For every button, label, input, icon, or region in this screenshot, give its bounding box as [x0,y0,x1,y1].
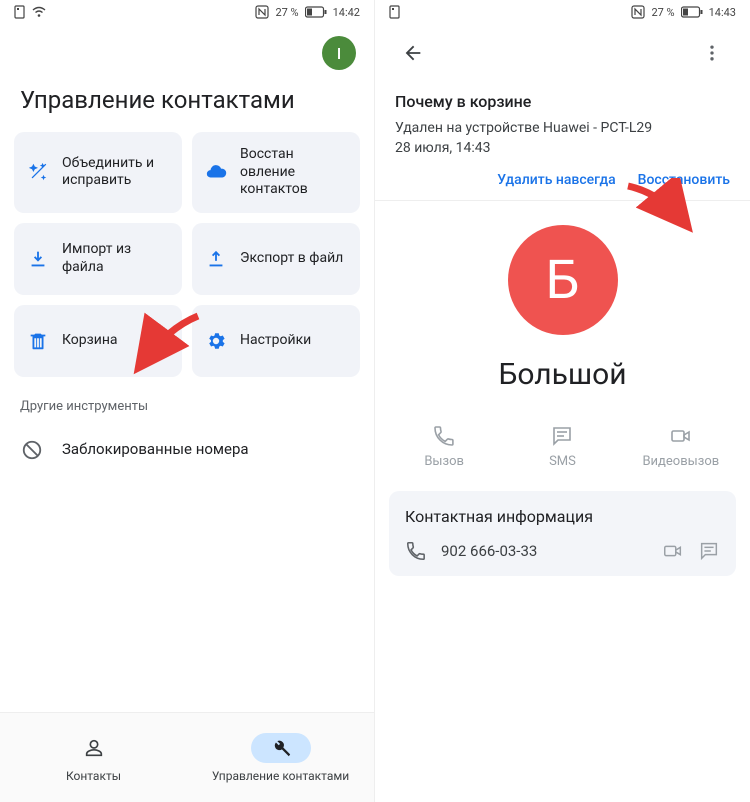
trash-reason-line2: 28 июля, 14:43 [395,139,730,159]
screen-manage-contacts: 27 % 14:42 I Управление контактами Объед… [0,0,375,802]
screen-trashed-contact: 27 % 14:43 Почему в корзине Удален на ус… [375,0,750,802]
battery-icon [681,6,703,18]
sparkle-icon [26,160,50,184]
wrench-icon [270,737,292,759]
person-icon [83,737,105,759]
phone-icon [432,424,456,448]
info-card-title: Контактная информация [405,507,720,526]
video-action[interactable]: Видеовызов [636,424,726,469]
nav-icon-wrap [251,733,311,763]
phone-side-icons [662,540,720,562]
more-vert-icon [702,43,722,63]
contact-info-card: Контактная информация 902 666-03-33 [389,491,736,576]
videocam-icon [669,424,693,448]
contact-actions: Вызов SMS Видеовызов [375,400,750,487]
tile-label: Объединить и исправить [62,155,170,190]
wifi-icon [32,6,46,18]
phone-number: 902 666-03-33 [441,542,648,560]
nav-manage[interactable]: Управление контактами [187,713,374,802]
nfc-icon [631,5,645,19]
account-avatar[interactable]: I [322,36,356,70]
tile-label: Настройки [240,332,311,350]
tile-merge-fix[interactable]: Объединить и исправить [14,132,182,213]
status-right: 27 % 14:42 [255,5,360,19]
status-bar: 27 % 14:43 [375,0,750,22]
nav-label: Управление контактами [212,769,349,783]
clock: 14:42 [333,6,360,19]
cloud-restore-icon [204,160,228,184]
nav-label: Контакты [66,769,121,783]
tile-label: Восстан овление контактов [240,146,348,199]
battery-pct: 27 % [651,6,674,19]
item-blocked-numbers[interactable]: Заблокированные номера [0,424,374,476]
tile-trash[interactable]: Корзина [14,305,182,377]
sim-icon [389,5,401,19]
message-icon[interactable] [698,540,720,562]
battery-icon [305,6,327,18]
tile-label: Экспорт в файл [240,250,343,268]
gear-icon [204,329,228,353]
contact-name: Большой [498,357,626,392]
sms-action[interactable]: SMS [517,424,607,469]
tile-grid: Объединить и исправить Восстан овление к… [0,132,374,377]
contact-avatar: Б [508,225,618,335]
list-item-label: Заблокированные номера [62,440,249,459]
action-label: SMS [549,454,576,469]
export-icon [204,247,228,271]
battery-pct: 27 % [275,6,298,19]
nav-contacts[interactable]: Контакты [0,713,187,802]
tile-label: Импорт из файла [62,241,170,276]
back-button[interactable] [393,33,433,73]
nav-icon-wrap [64,733,124,763]
status-left [389,5,401,19]
trash-info: Почему в корзине Удален на устройстве Hu… [375,78,750,201]
status-right: 27 % 14:43 [631,5,736,19]
tile-restore-contacts[interactable]: Восстан овление контактов [192,132,360,213]
status-bar: 27 % 14:42 [0,0,374,22]
contact-summary: Б Большой [375,201,750,400]
tile-settings[interactable]: Настройки [192,305,360,377]
message-icon [550,424,574,448]
trash-reason-line1: Удален на устройстве Huawei - PCT-L29 [395,119,730,139]
videocam-icon[interactable] [662,540,684,562]
blocked-icon [20,438,44,462]
trash-reason-title: Почему в корзине [395,92,730,111]
status-left [14,5,46,19]
action-label: Видеовызов [642,454,719,469]
sim-icon [14,5,26,19]
import-icon [26,247,50,271]
tile-label: Корзина [62,332,118,350]
nfc-icon [255,5,269,19]
tile-import[interactable]: Импорт из файла [14,223,182,295]
overflow-menu-button[interactable] [692,33,732,73]
header: I [0,22,374,78]
tile-export[interactable]: Экспорт в файл [192,223,360,295]
trash-icon [26,329,50,353]
restore-button[interactable]: Восстановить [638,172,730,188]
section-other-tools: Другие инструменты [0,377,374,424]
arrow-left-icon [402,42,424,64]
header [375,22,750,78]
phone-icon [405,540,427,562]
clock: 14:43 [709,6,736,19]
call-action[interactable]: Вызов [399,424,489,469]
delete-forever-button[interactable]: Удалить навсегда [497,172,615,188]
page-title: Управление контактами [0,78,374,132]
bottom-nav: Контакты Управление контактами [0,712,374,802]
phone-row[interactable]: 902 666-03-33 [405,540,720,562]
trash-actions: Удалить навсегда Восстановить [395,158,730,188]
action-label: Вызов [424,454,464,469]
